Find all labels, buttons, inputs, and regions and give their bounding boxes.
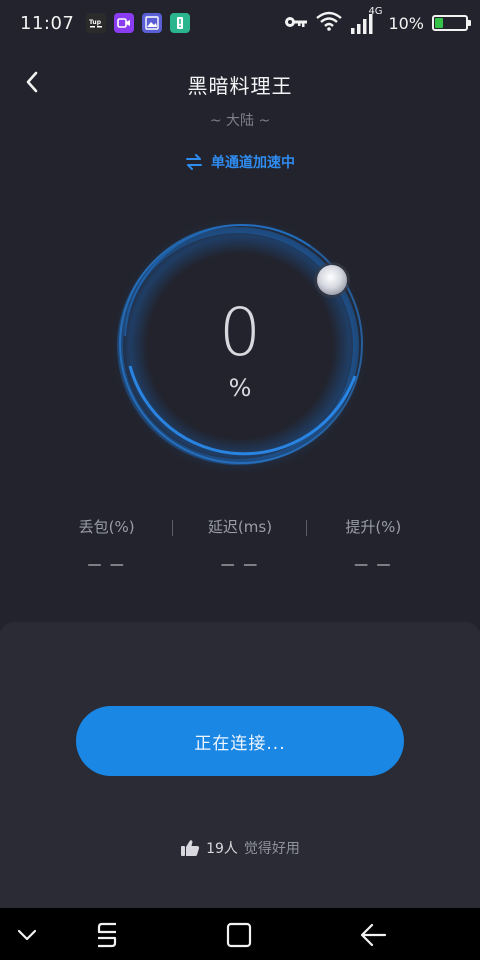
- stat-value: — —: [87, 557, 126, 573]
- hide-nav-button[interactable]: [12, 920, 42, 950]
- stat-value: — —: [354, 557, 393, 573]
- recent-apps-button[interactable]: [92, 920, 122, 950]
- swap-arrows-icon: [186, 154, 202, 170]
- stat-latency: 延迟(ms) — —: [173, 516, 307, 586]
- notification-icons: Tup: [86, 13, 191, 33]
- network-type: 4G: [368, 6, 383, 17]
- tup-app-icon: Tup: [86, 13, 107, 33]
- speed-gauge: 0 %: [110, 216, 370, 476]
- mode-label: 单通道加速中: [211, 155, 295, 171]
- stat-value: — —: [220, 557, 260, 573]
- home-button[interactable]: [224, 920, 254, 950]
- signal-icon: 4G: [350, 6, 383, 34]
- likes-text: 觉得好用: [243, 841, 300, 857]
- region-label: ~ 大陆 ~: [209, 113, 271, 129]
- key-icon: [284, 14, 308, 33]
- status-right: 4G 10%: [284, 6, 471, 35]
- battery-icon: [432, 15, 471, 31]
- status-bar: 11:07 Tup 4G 10%: [0, 0, 480, 46]
- status-time: 11:07: [20, 12, 75, 34]
- stat-label: 丢包(%): [78, 518, 135, 536]
- gauge-value: 0: [219, 294, 261, 371]
- gauge-unit: %: [228, 374, 252, 402]
- acceleration-mode[interactable]: 单通道加速中: [0, 152, 480, 172]
- back-arrow-icon: [360, 923, 387, 947]
- gallery-app-icon: [142, 13, 163, 33]
- alert-app-icon: [170, 13, 191, 33]
- gauge-knob: [317, 265, 347, 295]
- likes-row[interactable]: 19人 觉得好用: [0, 838, 480, 858]
- bottom-panel: 正在连接... 19人 觉得好用: [0, 622, 480, 908]
- connect-button[interactable]: 正在连接...: [76, 706, 404, 776]
- thumbs-up-icon: [181, 840, 200, 856]
- stat-packet-loss: 丢包(%) — —: [40, 516, 174, 586]
- video-app-icon: [114, 13, 135, 33]
- page-title: 黑暗料理王: [187, 74, 293, 98]
- wifi-icon: [316, 11, 343, 35]
- navigation-bar: [0, 908, 480, 960]
- svg-text:Tup: Tup: [89, 19, 102, 26]
- battery-percent: 10%: [388, 13, 424, 33]
- chevron-down-icon: [17, 929, 37, 941]
- stat-label: 提升(%): [345, 518, 402, 536]
- system-back-button[interactable]: [358, 920, 388, 950]
- likes-count: 19人: [206, 841, 238, 857]
- stats-row: 丢包(%) — — 延迟(ms) — — 提升(%) — —: [40, 516, 440, 586]
- home-icon: [226, 922, 252, 948]
- stat-improvement: 提升(%) — —: [307, 516, 440, 586]
- recent-apps-icon: [97, 922, 117, 948]
- battery-level: [435, 18, 443, 28]
- stat-label: 延迟(ms): [207, 518, 273, 536]
- header: 黑暗料理王: [0, 58, 480, 110]
